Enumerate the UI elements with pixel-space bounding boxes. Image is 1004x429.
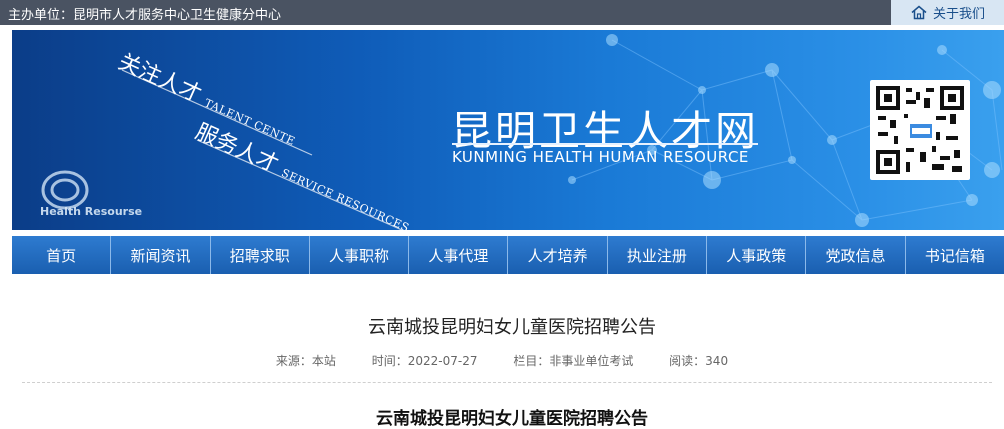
article-time: 时间：2022-07-27: [371, 354, 478, 368]
nav-registration[interactable]: 执业注册: [608, 236, 708, 274]
host-organization-text: 主办单位：昆明市人才服务中心卫生健康分中心: [8, 8, 282, 23]
nav-news[interactable]: 新闻资讯: [111, 236, 211, 274]
title-underline: [452, 143, 758, 145]
site-subtitle: KUNMING HEALTH HUMAN RESOURCE: [452, 148, 749, 166]
about-us-link[interactable]: 关于我们: [891, 0, 1004, 25]
site-banner: 关注人才 TALENT CENTE 服务人才 SERVICE RESOURCES…: [12, 30, 1004, 230]
article-title: 云南城投昆明妇女儿童医院招聘公告: [368, 317, 656, 338]
nav-secretary-mailbox[interactable]: 书记信箱: [906, 236, 1004, 274]
nav-recruitment[interactable]: 招聘求职: [211, 236, 310, 274]
top-bar: 主办单位：昆明市人才服务中心卫生健康分中心 关于我们: [0, 0, 1004, 25]
nav-home[interactable]: 首页: [12, 236, 112, 274]
nav-titles[interactable]: 人事职称: [310, 236, 410, 274]
logo-text: Health Resourse: [40, 205, 143, 218]
qr-code: [870, 80, 970, 180]
nav-training[interactable]: 人才培养: [508, 236, 608, 274]
nav-policy[interactable]: 人事政策: [707, 236, 807, 274]
qr-code-icon: [876, 86, 964, 174]
article-column: 栏目：非事业单位考试: [513, 354, 634, 368]
article-meta: 来源：本站 时间：2022-07-27 栏目：非事业单位考试 阅读：340: [0, 352, 1004, 369]
article-body-title: 云南城投昆明妇女儿童医院招聘公告: [376, 409, 648, 429]
about-us-label: 关于我们: [933, 7, 986, 22]
main-nav: 首页 新闻资讯 招聘求职 人事职称 人事代理 人才培养 执业注册 人事政策 党政…: [12, 236, 1004, 274]
nav-personnel-agency[interactable]: 人事代理: [409, 236, 509, 274]
meta-divider: [22, 382, 992, 383]
article-reads: 阅读：340: [669, 354, 729, 368]
article-source: 来源：本站: [275, 354, 336, 368]
home-icon: [911, 5, 927, 20]
nav-party-info[interactable]: 党政信息: [806, 236, 906, 274]
